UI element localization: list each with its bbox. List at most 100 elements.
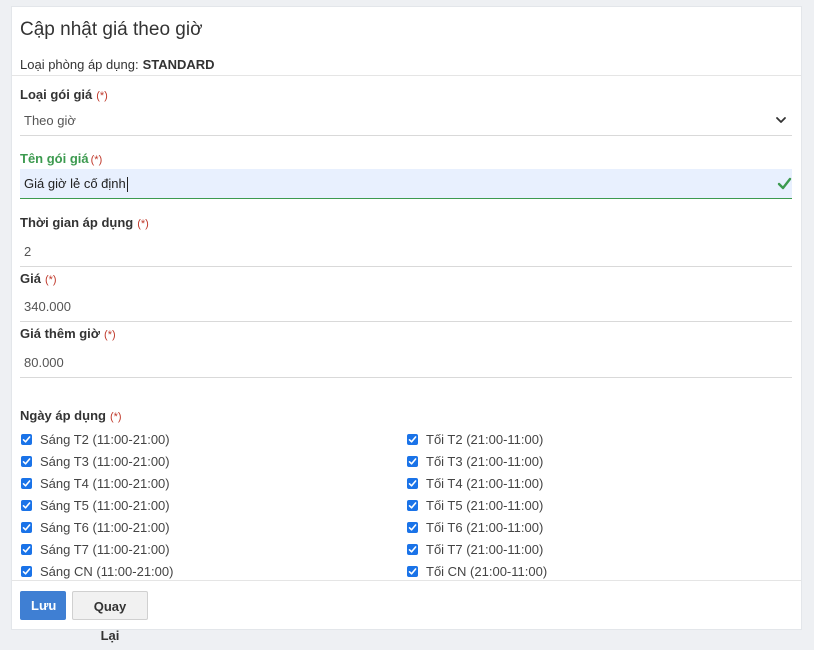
package-type-select[interactable]: Theo giờ: [20, 106, 792, 136]
morning-day-option[interactable]: Sáng T3 (11:00-21:00): [20, 450, 406, 472]
day-option-label: Tối T2 (21:00-11:00): [426, 431, 544, 447]
package-name-value: Giá giờ lẻ cố định: [24, 176, 126, 191]
checkbox-checked[interactable]: [21, 477, 32, 489]
check-icon: [408, 523, 417, 531]
morning-day-option[interactable]: Sáng CN (11:00-21:00): [20, 560, 406, 582]
room-type-value: STANDARD: [142, 57, 215, 72]
morning-day-option[interactable]: Sáng T5 (11:00-21:00): [20, 494, 406, 516]
day-option-label: Tối CN (21:00-11:00): [426, 563, 548, 579]
required-mark: (*): [137, 218, 149, 230]
day-option-label: Sáng T2 (11:00-21:00): [40, 431, 170, 447]
check-icon: [22, 545, 31, 553]
check-icon: [22, 435, 31, 443]
evening-day-option[interactable]: Tối T3 (21:00-11:00): [406, 450, 792, 472]
check-icon: [22, 523, 31, 531]
check-icon: [408, 567, 417, 575]
check-icon: [777, 177, 792, 190]
checkbox-checked[interactable]: [407, 521, 418, 533]
day-option-label: Sáng T5 (11:00-21:00): [40, 497, 170, 513]
checkbox-checked[interactable]: [407, 499, 418, 511]
check-icon: [408, 435, 417, 443]
day-option-label: Tối T3 (21:00-11:00): [426, 453, 544, 469]
form-body: Loại gói giá (*) Theo giờ Tên gói giá (*) …: [12, 87, 801, 582]
checkbox-checked[interactable]: [21, 455, 32, 467]
back-button[interactable]: Quay Lại: [72, 591, 148, 643]
days-grid: Sáng T2 (11:00-21:00) Sáng T3 (11:00-21:0…: [20, 428, 792, 582]
day-option-label: Tối T4 (21:00-11:00): [426, 475, 544, 491]
day-option-label: Sáng T7 (11:00-21:00): [40, 541, 170, 557]
package-type-field: Loại gói giá (*) Theo giờ: [20, 87, 792, 136]
price-input[interactable]: 340.000: [20, 292, 792, 322]
extra-hour-field: Giá thêm giờ (*) 80.000: [20, 326, 792, 378]
checkbox-checked[interactable]: [407, 477, 418, 489]
days-field: Ngày áp dụng (*) Sáng T2 (11:00-21:00) Sán…: [20, 408, 792, 582]
price-label: Giá (*): [20, 271, 57, 286]
price-value: 340.000: [24, 299, 71, 314]
package-type-value: Theo giờ: [24, 113, 76, 128]
price-field: Giá (*) 340.000: [20, 271, 792, 322]
page-title: Cập nhật giá theo giờ: [20, 19, 203, 40]
morning-day-option[interactable]: Sáng T4 (11:00-21:00): [20, 472, 406, 494]
checkbox-checked[interactable]: [407, 433, 418, 445]
evening-day-option[interactable]: Tối CN (21:00-11:00): [406, 560, 792, 582]
package-type-label: Loại gói giá (*): [20, 87, 108, 102]
package-name-field: Tên gói giá (*) Giá giờ lẻ cố định: [20, 151, 792, 199]
extra-hour-input[interactable]: 80.000: [20, 348, 792, 378]
day-option-label: Sáng T6 (11:00-21:00): [40, 519, 170, 535]
evening-day-option[interactable]: Tối T7 (21:00-11:00): [406, 538, 792, 560]
required-mark: (*): [44, 274, 57, 286]
checkbox-checked[interactable]: [21, 499, 32, 511]
day-option-label: Sáng T4 (11:00-21:00): [40, 475, 170, 491]
required-mark: (*): [90, 154, 103, 166]
duration-field: Thời gian áp dụng (*) 2: [20, 215, 792, 267]
day-option-label: Sáng T3 (11:00-21:00): [40, 453, 170, 469]
checkbox-checked[interactable]: [21, 433, 32, 445]
evening-day-option[interactable]: Tối T4 (21:00-11:00): [406, 472, 792, 494]
check-icon: [22, 457, 31, 465]
check-icon: [408, 545, 417, 553]
card-footer: Lưu Quay Lại: [12, 580, 801, 643]
text-cursor: [126, 177, 128, 193]
duration-input[interactable]: 2: [20, 237, 792, 267]
day-option-label: Tối T7 (21:00-11:00): [426, 541, 544, 557]
days-label: Ngày áp dụng (*): [20, 408, 122, 423]
extra-hour-value: 80.000: [24, 355, 64, 370]
day-option-label: Tối T5 (21:00-11:00): [426, 497, 544, 513]
evening-day-option[interactable]: Tối T5 (21:00-11:00): [406, 494, 792, 516]
required-mark: (*): [96, 90, 108, 102]
duration-value: 2: [24, 244, 32, 259]
morning-day-option[interactable]: Sáng T2 (11:00-21:00): [20, 428, 406, 450]
checkbox-checked[interactable]: [407, 455, 418, 467]
package-name-label: Tên gói giá (*): [20, 151, 103, 166]
check-icon: [22, 567, 31, 575]
duration-label: Thời gian áp dụng (*): [20, 215, 149, 230]
checkbox-checked[interactable]: [21, 565, 32, 577]
morning-day-option[interactable]: Sáng T6 (11:00-21:00): [20, 516, 406, 538]
checkbox-checked[interactable]: [407, 565, 418, 577]
check-icon: [408, 479, 417, 487]
extra-hour-label: Giá thêm giờ (*): [20, 326, 116, 341]
save-button[interactable]: Lưu: [20, 591, 66, 620]
evening-day-option[interactable]: Tối T2 (21:00-11:00): [406, 428, 792, 450]
evening-days-column: Tối T2 (21:00-11:00) Tối T3 (21:00-11:00)…: [406, 428, 792, 582]
room-type-row: Loại phòng áp dụng: STANDARD: [20, 57, 792, 72]
check-icon: [22, 501, 31, 509]
morning-days-column: Sáng T2 (11:00-21:00) Sáng T3 (11:00-21:0…: [20, 428, 406, 582]
package-name-input[interactable]: Giá giờ lẻ cố định: [20, 169, 792, 199]
checkbox-checked[interactable]: [21, 543, 32, 555]
card-header: Cập nhật giá theo giờ Loại phòng áp dụng…: [12, 7, 801, 76]
check-icon: [408, 501, 417, 509]
day-option-label: Tối T6 (21:00-11:00): [426, 519, 544, 535]
check-icon: [22, 479, 31, 487]
price-update-card: Cập nhật giá theo giờ Loại phòng áp dụng…: [11, 6, 802, 643]
room-type-label: Loại phòng áp dụng:: [20, 57, 139, 72]
morning-day-option[interactable]: Sáng T7 (11:00-21:00): [20, 538, 406, 560]
check-icon: [408, 457, 417, 465]
day-option-label: Sáng CN (11:00-21:00): [40, 563, 174, 579]
required-mark: (*): [104, 329, 116, 341]
evening-day-option[interactable]: Tối T6 (21:00-11:00): [406, 516, 792, 538]
required-mark: (*): [109, 411, 122, 423]
checkbox-checked[interactable]: [21, 521, 32, 533]
chevron-down-icon: [776, 117, 786, 123]
checkbox-checked[interactable]: [407, 543, 418, 555]
